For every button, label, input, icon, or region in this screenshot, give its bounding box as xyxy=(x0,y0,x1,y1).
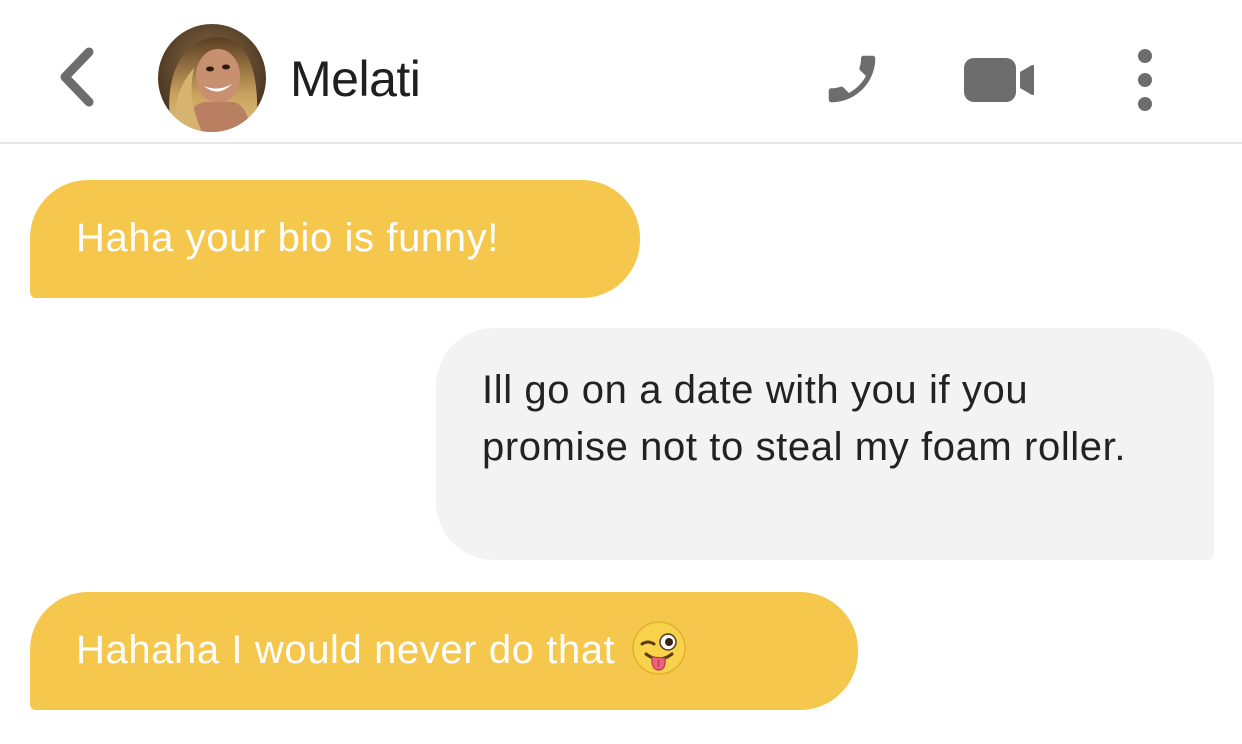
back-button[interactable] xyxy=(52,44,102,110)
video-call-button[interactable] xyxy=(956,50,1042,110)
phone-icon xyxy=(828,55,876,103)
incoming-message: Haha your bio is funny! xyxy=(30,180,640,298)
video-camera-icon xyxy=(964,58,1034,102)
avatar[interactable] xyxy=(158,24,266,132)
voice-call-button[interactable] xyxy=(814,44,890,114)
contact-name[interactable]: Melati xyxy=(290,46,421,112)
more-vertical-icon xyxy=(1138,49,1152,111)
profile-photo xyxy=(158,24,266,132)
message-text: Ill go on a date with you if you promise… xyxy=(482,368,1127,469)
outgoing-message: Ill go on a date with you if you promise… xyxy=(436,328,1214,560)
message-text: Haha your bio is funny! xyxy=(76,216,499,260)
incoming-message: Hahaha I would never do that xyxy=(30,592,858,710)
chat-header: Melati xyxy=(0,0,1242,144)
chevron-left-icon xyxy=(60,47,94,107)
message-text: Hahaha I would never do that xyxy=(76,628,616,672)
more-options-button[interactable] xyxy=(1122,40,1168,120)
winking-face-with-tongue-icon xyxy=(632,621,686,676)
